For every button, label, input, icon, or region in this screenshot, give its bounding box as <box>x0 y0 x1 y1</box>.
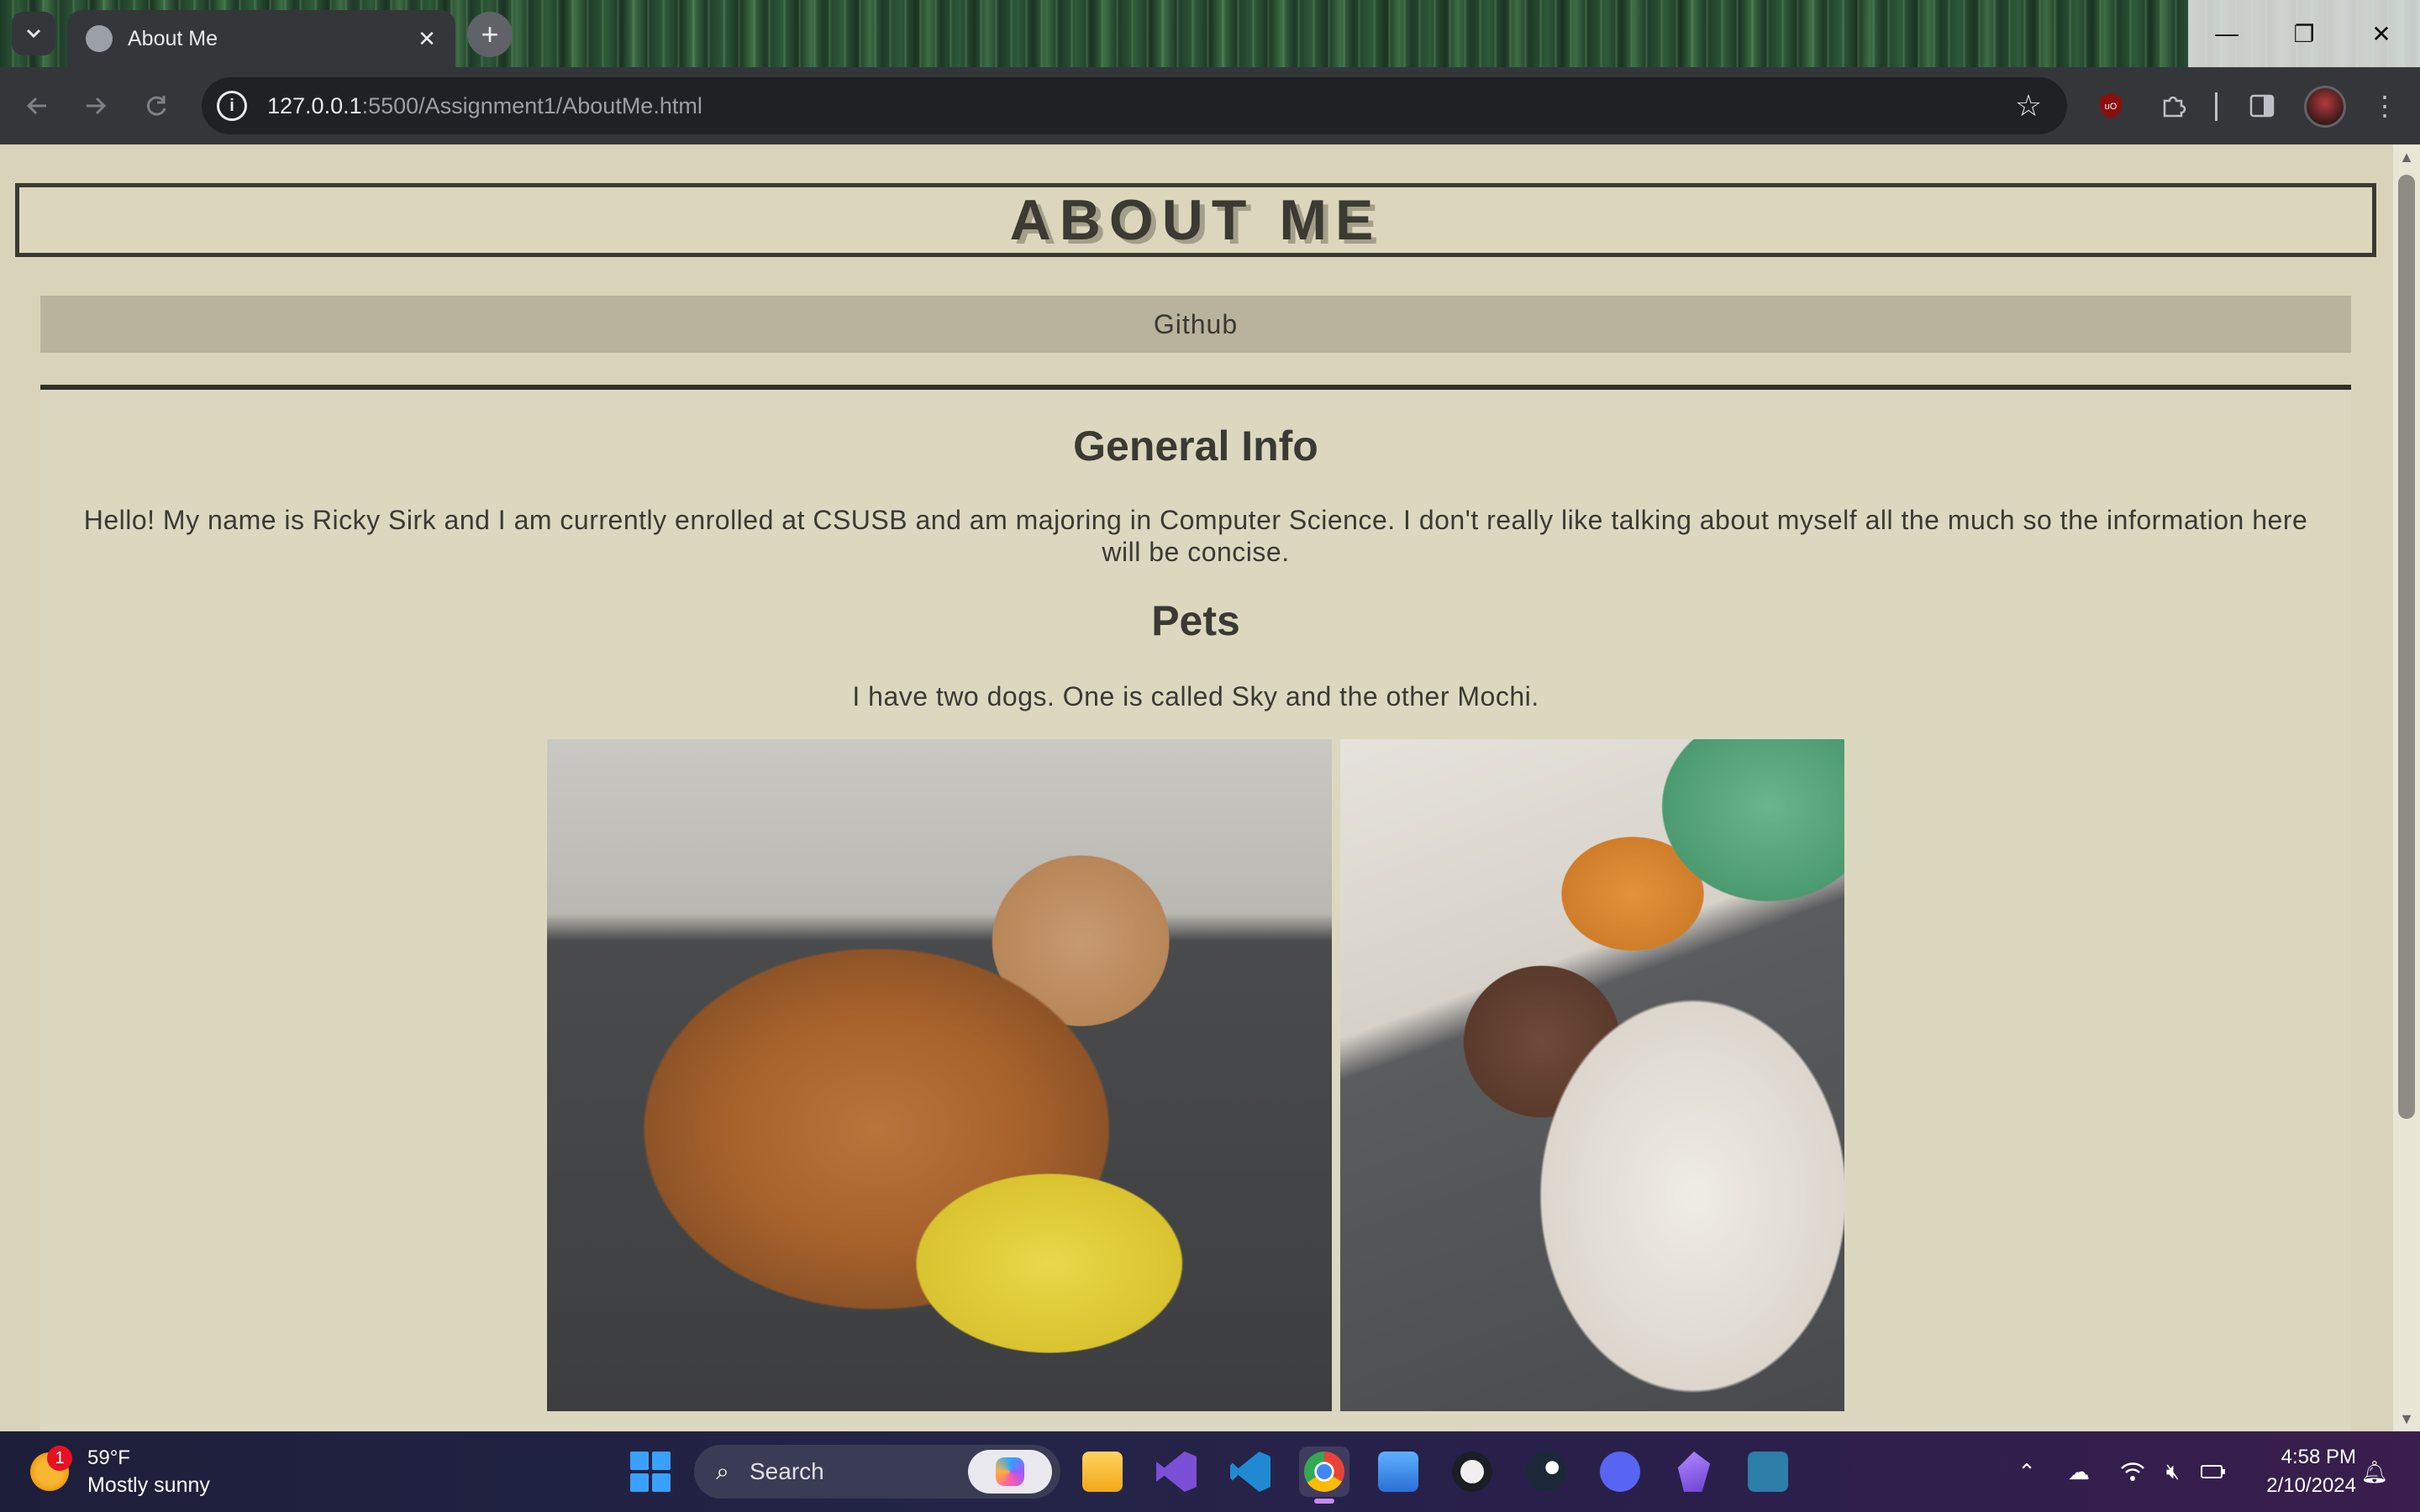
page-header-box: ABOUT ME <box>15 183 2376 257</box>
volume-muted-icon[interactable]: 🔇︎ <box>2156 1455 2190 1488</box>
chrome-icon[interactable] <box>1299 1446 1349 1504</box>
copilot-icon[interactable] <box>968 1450 1052 1494</box>
window-restore-button[interactable]: ❐ <box>2265 0 2343 67</box>
discord-icon[interactable] <box>1595 1446 1645 1497</box>
side-panel-icon[interactable] <box>2245 89 2279 123</box>
reload-icon[interactable] <box>134 84 178 128</box>
dog-photo-sky <box>547 739 1332 1411</box>
system-clock[interactable]: 4:58 PM 2/10/2024 <box>2238 1443 2356 1500</box>
file-explorer-icon[interactable] <box>1077 1446 1128 1497</box>
page-scrollbar[interactable]: ▲ ▼ <box>2393 144 2420 1431</box>
battery-icon[interactable] <box>2196 1455 2230 1488</box>
clock-time: 4:58 PM <box>2281 1446 2356 1468</box>
vscode-icon[interactable] <box>1225 1446 1276 1497</box>
github-link[interactable]: Github <box>1154 309 1238 340</box>
notification-bell-icon[interactable]: 🔔︎ <box>2358 1455 2391 1488</box>
svg-text:uO: uO <box>2105 102 2118 112</box>
pets-heading: Pets <box>1151 597 1240 644</box>
weather-condition: Mostly sunny <box>87 1473 210 1497</box>
tray-overflow-chevron-icon[interactable]: ⌃ <box>2010 1455 2044 1488</box>
page-viewport: ABOUT ME Github General Info Hello! My n… <box>0 144 2420 1431</box>
back-icon[interactable] <box>15 84 59 128</box>
tab-close-icon[interactable]: ✕ <box>410 22 444 55</box>
browser-toolbar: i 127.0.0.1:5500/Assignment1/AboutMe.htm… <box>0 67 2420 144</box>
url-host: 127.0.0.1 <box>267 92 362 118</box>
steam-icon[interactable] <box>1521 1446 1571 1497</box>
onedrive-warning-icon[interactable]: ☁ <box>2062 1455 2096 1488</box>
pets-text: I have two dogs. One is called Sky and t… <box>852 681 1539 711</box>
wifi-icon[interactable] <box>2116 1455 2149 1488</box>
window-close-button[interactable]: ✕ <box>2343 0 2420 67</box>
browser-tab-active[interactable]: About Me ✕ <box>67 10 455 67</box>
dog-photo-mochi <box>1340 739 1844 1411</box>
address-bar[interactable]: i 127.0.0.1:5500/Assignment1/AboutMe.htm… <box>202 77 2067 134</box>
weather-temp: 59°F <box>87 1446 130 1469</box>
weather-badge: 1 <box>47 1446 72 1471</box>
general-info-text: Hello! My name is Ricky Sirk and I am cu… <box>83 505 2308 567</box>
obsidian-icon[interactable] <box>1669 1446 1719 1497</box>
page-title: ABOUT ME <box>1009 188 1382 252</box>
windows-logo-icon <box>630 1452 671 1492</box>
favicon-icon <box>86 25 113 52</box>
window-minimize-button[interactable]: — <box>2188 0 2265 67</box>
windows-taskbar: 1 59°F Mostly sunny ⌕ Search ⌃ ☁ 🔇︎ 4:58… <box>0 1431 2420 1512</box>
tab-search-button[interactable] <box>12 12 55 55</box>
taskbar-search-label: Search <box>750 1458 824 1484</box>
active-app-indicator <box>1314 1499 1334 1504</box>
browser-menu-icon[interactable]: ⋮ <box>2368 89 2402 123</box>
scroll-up-icon[interactable]: ▲ <box>2393 144 2420 170</box>
site-info-icon[interactable]: i <box>217 91 247 121</box>
scrollbar-thumb[interactable] <box>2398 175 2415 1119</box>
profile-avatar[interactable] <box>2304 86 2346 128</box>
photos-app-icon[interactable] <box>1373 1446 1423 1497</box>
clock-date: 2/10/2024 <box>2266 1474 2356 1497</box>
github-desktop-icon[interactable] <box>1447 1446 1497 1497</box>
page-nav-bar: Github <box>40 296 2351 353</box>
weather-sun-icon: 1 <box>30 1446 72 1491</box>
chevron-down-icon <box>26 29 41 39</box>
new-tab-button[interactable]: + <box>467 12 513 57</box>
search-icon: ⌕ <box>716 1457 729 1484</box>
tab-title: About Me <box>128 26 218 50</box>
forward-icon[interactable] <box>74 84 118 128</box>
bookmark-star-icon[interactable]: ☆ <box>2010 87 2047 124</box>
browser-tab-strip: About Me ✕ + — ❐ ✕ <box>0 0 2420 67</box>
general-info-heading: General Info <box>1073 423 1318 470</box>
toolbar-divider <box>2215 92 2217 121</box>
extensions-puzzle-icon[interactable] <box>2156 89 2190 123</box>
taskbar-search[interactable]: ⌕ Search <box>694 1445 1060 1499</box>
scroll-down-icon[interactable]: ▼ <box>2393 1406 2420 1431</box>
weather-widget[interactable]: 1 59°F Mostly sunny <box>30 1445 210 1499</box>
mysql-workbench-icon[interactable] <box>1743 1446 1793 1497</box>
url-path: :5500/Assignment1/AboutMe.html <box>361 92 702 118</box>
visual-studio-icon[interactable] <box>1151 1446 1202 1497</box>
start-button[interactable] <box>625 1446 676 1497</box>
ublock-extension-icon[interactable]: uO <box>2094 89 2128 123</box>
